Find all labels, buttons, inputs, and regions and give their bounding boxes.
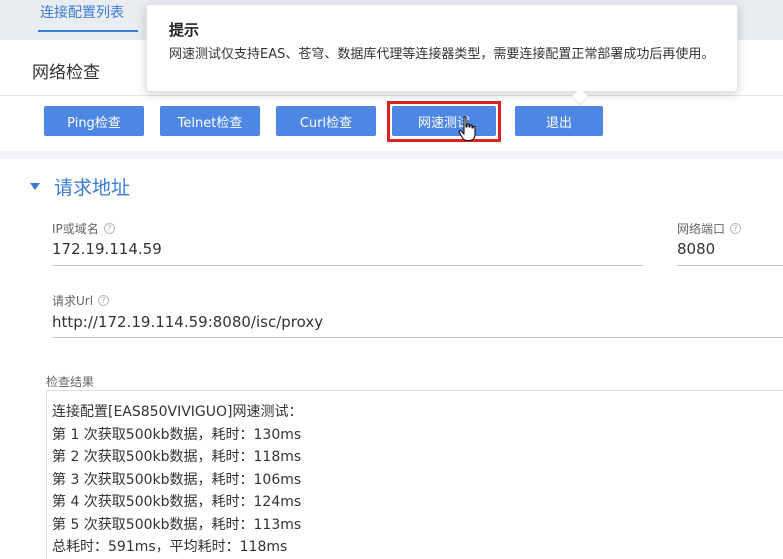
result-label: 检查结果 [46,375,95,389]
highlight-box [387,101,501,142]
hand-pointer-icon [458,116,476,142]
curl-check-button[interactable]: Curl检查 [276,106,376,136]
exit-button[interactable]: 退出 [515,106,603,136]
section-divider [0,151,783,159]
ip-label-text: IP或域名 [52,222,99,236]
url-label: 请求Url ? [52,292,110,309]
caret-down-icon[interactable] [30,183,40,190]
result-line: 总耗时：591ms，平均耗时：118ms [52,539,288,555]
tooltip-title: 提示 [169,21,200,39]
result-line: 连接配置[EAS850VIVIGUO]网速测试： [52,404,303,420]
ip-field[interactable]: 172.19.114.59 [52,240,162,258]
tooltip-body: 网速测试仅支持EAS、苍穹、数据库代理等连接器类型，需要连接配置正常部署成功后再… [169,47,715,62]
speed-test-tooltip: 提示 网速测试仅支持EAS、苍穹、数据库代理等连接器类型，需要连接配置正常部署成… [146,4,738,106]
result-line: 第 4 次获取500kb数据，耗时：124ms [52,494,302,510]
ip-label: IP或域名 ? [52,220,115,237]
port-label: 网络端口 ? [677,220,742,237]
toolbar: Ping检查 Telnet检查 Curl检查 网速测试 退出 [0,96,783,151]
url-label-text: 请求Url [52,294,94,308]
ping-check-button[interactable]: Ping检查 [44,106,144,136]
help-circle-icon[interactable]: ? [103,223,115,234]
dialog-title: 网络检查 [32,63,100,83]
result-line: 第 2 次获取500kb数据，耗时：118ms [52,449,302,465]
telnet-check-button[interactable]: Telnet检查 [160,106,260,136]
tab-connection-list[interactable]: 连接配置列表 [40,2,124,22]
help-circle-icon[interactable]: ? [730,223,742,234]
ip-field-underline [52,265,643,266]
result-textarea[interactable]: 连接配置[EAS850VIVIGUO]网速测试： 第 1 次获取500kb数据，… [46,390,783,559]
url-field[interactable]: http://172.19.114.59:8080/isc/proxy [52,313,323,331]
section-title: 请求地址 [54,177,131,199]
network-check-dialog: 网络检查 Ping检查 Telnet检查 Curl检查 网速测试 退出 请求地址… [0,40,783,559]
port-label-text: 网络端口 [677,222,726,236]
request-address-section-header[interactable]: 请求地址 [30,173,130,200]
port-field[interactable]: 8080 [677,240,715,258]
help-circle-icon[interactable]: ? [98,295,110,306]
result-line: 第 3 次获取500kb数据，耗时：106ms [52,471,302,488]
active-tab-indicator [38,30,138,32]
port-field-underline [677,265,783,266]
result-line: 第 5 次获取500kb数据，耗时：113ms [52,516,302,533]
result-line: 第 1 次获取500kb数据，耗时：130ms [52,426,302,443]
url-field-underline [52,337,783,338]
